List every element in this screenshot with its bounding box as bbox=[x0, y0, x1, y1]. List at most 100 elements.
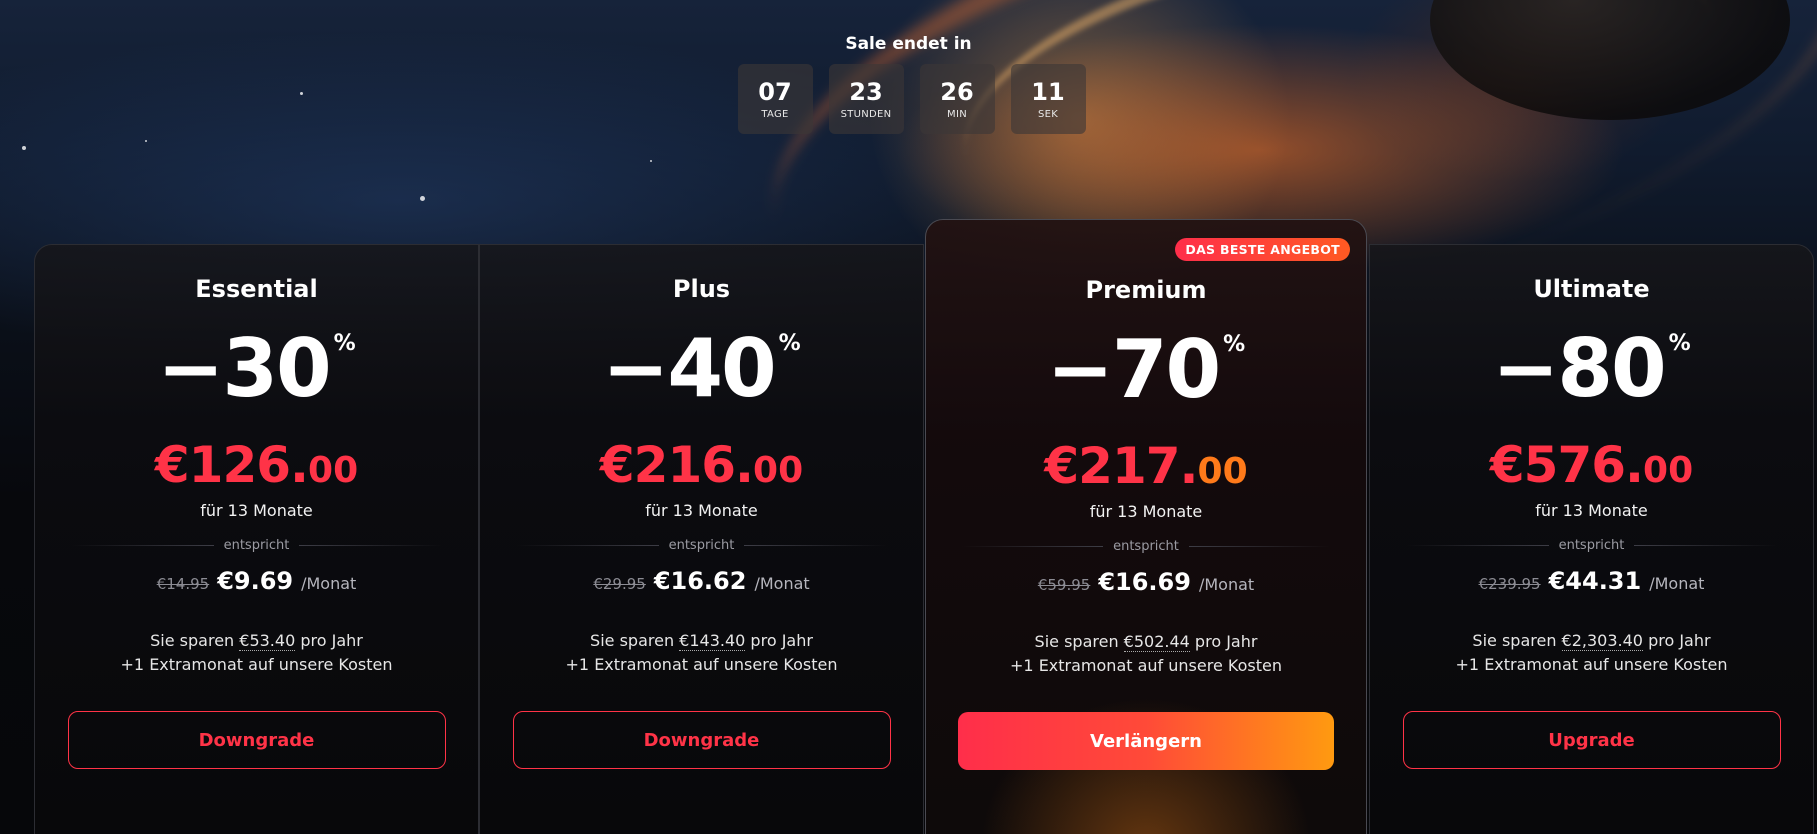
countdown-unit: MIN bbox=[947, 108, 967, 120]
countdown-title: Sale endet in bbox=[845, 34, 972, 54]
divider-line bbox=[516, 545, 659, 546]
per-month: /Monat bbox=[301, 574, 357, 593]
divider: entspricht bbox=[961, 539, 1331, 554]
plan-duration: für 13 Monate bbox=[645, 501, 758, 520]
savings-line: Sie sparen €143.40 pro Jahr bbox=[480, 629, 923, 653]
pricing-cards: Essential −30% €126.00 für 13 Monate ent… bbox=[34, 219, 1814, 834]
savings-amount: €143.40 bbox=[679, 631, 746, 651]
plan-savings: Sie sparen €143.40 pro Jahr +1 Extramona… bbox=[480, 629, 923, 677]
divider-label: entspricht bbox=[223, 538, 290, 553]
old-price: €59.95 bbox=[1037, 576, 1091, 594]
countdown-unit: SEK bbox=[1037, 108, 1059, 120]
old-price: €239.95 bbox=[1478, 575, 1541, 593]
new-price: €44.31 bbox=[1548, 567, 1642, 595]
countdown-unit: STUNDEN bbox=[840, 108, 892, 120]
plan-savings: Sie sparen €502.44 pro Jahr +1 Extramona… bbox=[926, 630, 1366, 678]
countdown-value: 07 bbox=[758, 77, 792, 106]
divider-line bbox=[1634, 545, 1777, 546]
monthly-price: €14.95 €9.69 /Monat bbox=[35, 567, 478, 595]
countdown-days: 07 TAGE bbox=[737, 64, 813, 134]
new-price: €16.69 bbox=[1098, 568, 1191, 596]
extra-month: +1 Extramonat auf unsere Kosten bbox=[1010, 656, 1282, 675]
discount-value: −30 bbox=[157, 322, 331, 415]
plan-card-plus: Plus −40% €216.00 für 13 Monate entspric… bbox=[479, 244, 924, 834]
background-star bbox=[145, 140, 147, 142]
savings-amount: €53.40 bbox=[239, 631, 296, 651]
background-star bbox=[650, 160, 652, 162]
plan-name: Ultimate bbox=[1533, 275, 1650, 303]
divider-line bbox=[961, 546, 1104, 547]
discount-value: −40 bbox=[602, 322, 776, 415]
extra-month: +1 Extramonat auf unsere Kosten bbox=[1455, 655, 1728, 674]
best-offer-badge: DAS BESTE ANGEBOT bbox=[1175, 238, 1350, 261]
divider: entspricht bbox=[1406, 538, 1777, 553]
plan-name: Premium bbox=[1085, 276, 1207, 304]
plan-name: Plus bbox=[672, 275, 731, 303]
savings-amount: €2,303.40 bbox=[1561, 631, 1643, 651]
savings-suffix: pro Jahr bbox=[745, 631, 813, 650]
divider: entspricht bbox=[516, 538, 887, 553]
extra-month: +1 Extramonat auf unsere Kosten bbox=[120, 655, 393, 674]
extra-month: +1 Extramonat auf unsere Kosten bbox=[565, 655, 838, 674]
countdown-minutes: 26 MIN bbox=[919, 64, 995, 134]
percent-sign: % bbox=[778, 331, 801, 356]
divider: entspricht bbox=[71, 538, 442, 553]
per-month: /Monat bbox=[754, 574, 810, 593]
plan-price: €126.00 bbox=[35, 437, 478, 499]
plan-duration: für 13 Monate bbox=[1089, 502, 1203, 521]
savings-suffix: pro Jahr bbox=[1189, 632, 1258, 651]
plan-price: €217.00 bbox=[926, 438, 1366, 500]
plan-discount: −70% bbox=[926, 322, 1366, 418]
per-month: /Monat bbox=[1198, 575, 1255, 594]
downgrade-button[interactable]: Downgrade bbox=[67, 711, 446, 769]
savings-line: Sie sparen €502.44 pro Jahr bbox=[926, 630, 1366, 654]
countdown-value: 26 bbox=[940, 77, 974, 106]
plan-name: Essential bbox=[195, 275, 318, 303]
background-star bbox=[420, 196, 425, 201]
monthly-price: €239.95 €44.31 /Monat bbox=[1370, 567, 1813, 595]
countdown-value: 11 bbox=[1031, 77, 1065, 106]
plan-card-essential: Essential −30% €126.00 für 13 Monate ent… bbox=[34, 244, 479, 834]
savings-line: Sie sparen €2,303.40 pro Jahr bbox=[1370, 629, 1813, 653]
countdown-value: 23 bbox=[849, 77, 883, 106]
price-main: €576. bbox=[1489, 436, 1644, 494]
price-cents: 00 bbox=[308, 450, 359, 491]
divider-line bbox=[744, 545, 887, 546]
pricing-page: Sale endet in 07 TAGE 23 STUNDEN 26 MIN … bbox=[0, 0, 1817, 834]
price-cents: 00 bbox=[1643, 450, 1694, 491]
divider-line bbox=[299, 545, 442, 546]
sale-countdown: Sale endet in 07 TAGE 23 STUNDEN 26 MIN … bbox=[0, 34, 1817, 134]
savings-prefix: Sie sparen bbox=[590, 631, 680, 650]
savings-suffix: pro Jahr bbox=[295, 631, 363, 650]
upgrade-button[interactable]: Upgrade bbox=[1402, 711, 1781, 769]
savings-line: Sie sparen €53.40 pro Jahr bbox=[35, 629, 478, 653]
percent-sign: % bbox=[1668, 331, 1691, 356]
plan-discount: −80% bbox=[1370, 321, 1813, 417]
price-cents: 00 bbox=[753, 450, 804, 491]
divider-line bbox=[1406, 545, 1549, 546]
savings-amount: €502.44 bbox=[1123, 632, 1190, 652]
plan-duration: für 13 Monate bbox=[200, 501, 313, 520]
divider-line bbox=[71, 545, 214, 546]
renew-button[interactable]: Verlängern bbox=[958, 712, 1334, 770]
per-month: /Monat bbox=[1649, 574, 1705, 593]
plan-duration: für 13 Monate bbox=[1535, 501, 1648, 520]
plan-savings: Sie sparen €53.40 pro Jahr +1 Extramonat… bbox=[35, 629, 478, 677]
price-main: €126. bbox=[154, 436, 309, 494]
plan-savings: Sie sparen €2,303.40 pro Jahr +1 Extramo… bbox=[1370, 629, 1813, 677]
savings-suffix: pro Jahr bbox=[1642, 631, 1711, 650]
new-price: €9.69 bbox=[217, 567, 294, 595]
divider-label: entspricht bbox=[1558, 538, 1625, 553]
discount-value: −80 bbox=[1492, 322, 1666, 415]
monthly-price: €29.95 €16.62 /Monat bbox=[480, 567, 923, 595]
divider-label: entspricht bbox=[1113, 539, 1179, 554]
downgrade-button[interactable]: Downgrade bbox=[512, 711, 891, 769]
countdown-seconds: 11 SEK bbox=[1010, 64, 1086, 134]
countdown-timer: 07 TAGE 23 STUNDEN 26 MIN 11 SEK bbox=[6, 64, 1817, 134]
monthly-price: €59.95 €16.69 /Monat bbox=[926, 568, 1366, 596]
plan-price: €216.00 bbox=[480, 437, 923, 499]
plan-price: €576.00 bbox=[1370, 437, 1813, 499]
percent-sign: % bbox=[333, 331, 356, 356]
discount-value: −70 bbox=[1046, 323, 1221, 416]
countdown-hours: 23 STUNDEN bbox=[828, 64, 904, 134]
